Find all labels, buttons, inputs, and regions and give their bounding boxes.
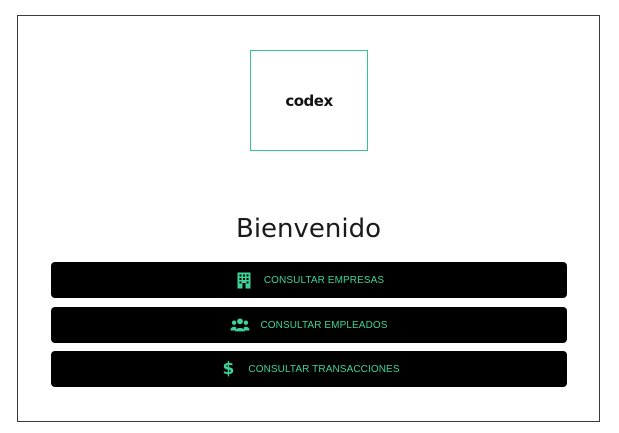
logo-container: codex (250, 50, 368, 151)
consultar-empresas-label: CONSULTAR EMPRESAS (263, 274, 385, 286)
main-panel: codex Bienvenido CONSULTAR EMPRESAS CONS… (17, 15, 600, 422)
consultar-empleados-label: CONSULTAR EMPLEADOS (260, 319, 388, 331)
logo-text: codex (285, 91, 333, 110)
users-icon (230, 316, 250, 334)
consultar-empresas-button[interactable]: CONSULTAR EMPRESAS (51, 262, 567, 298)
dollar-icon: $ (222, 359, 235, 379)
consultar-transacciones-label: CONSULTAR TRANSACCIONES (248, 363, 400, 375)
consultar-empleados-button[interactable]: CONSULTAR EMPLEADOS (51, 307, 567, 343)
consultar-transacciones-button[interactable]: $ CONSULTAR TRANSACCIONES (51, 351, 567, 387)
building-icon (234, 271, 254, 289)
welcome-title: Bienvenido (235, 214, 382, 244)
